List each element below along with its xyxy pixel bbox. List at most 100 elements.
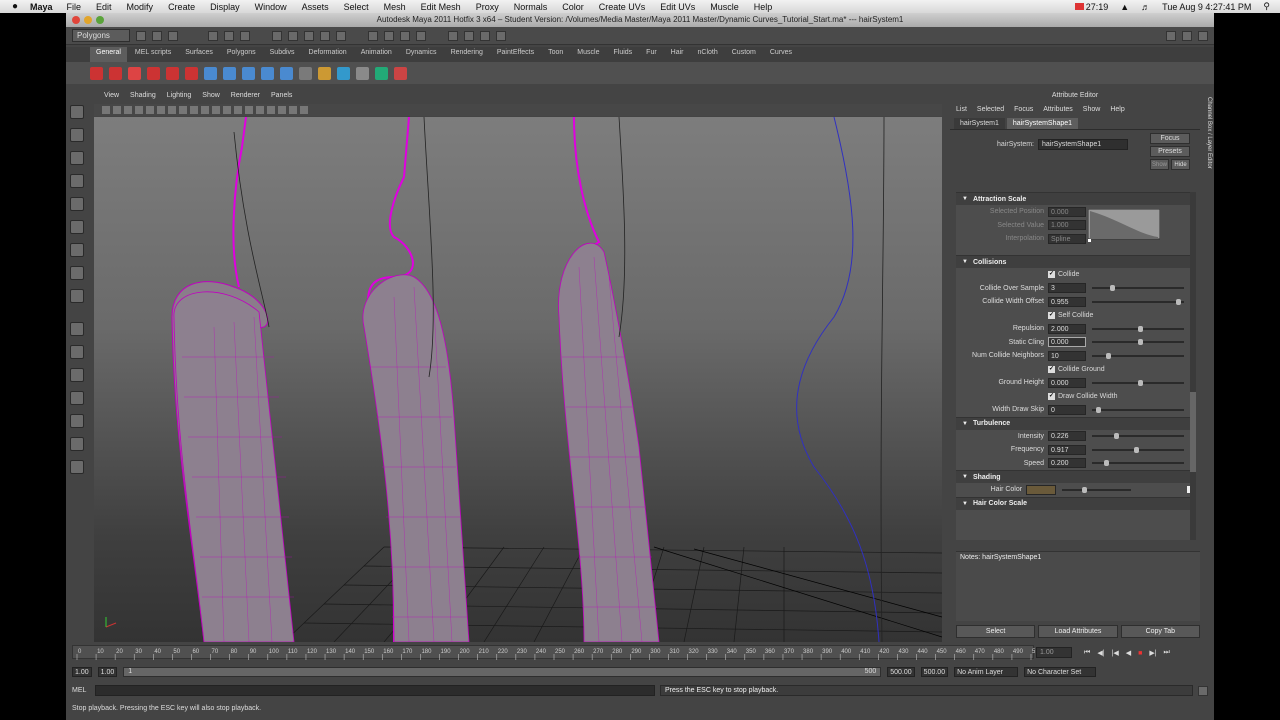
shelf-tab-painteffects[interactable]: PaintEffects	[491, 47, 540, 62]
copy-tab-button[interactable]: Copy Tab	[1120, 625, 1200, 638]
mel-label[interactable]: MEL	[72, 687, 90, 694]
num-collide-neighbors-field[interactable]: 10	[1048, 350, 1086, 361]
create-cube-icon[interactable]	[128, 66, 141, 80]
menubar-clock[interactable]: Tue Aug 9 4:27:41 PM	[1162, 2, 1251, 12]
x-field-icon[interactable]	[464, 30, 474, 41]
menu-edit-uvs[interactable]: Edit UVs	[660, 2, 695, 12]
range-bar[interactable]: 1 500	[123, 667, 882, 677]
speed-slider[interactable]	[1092, 460, 1184, 467]
select-component-icon[interactable]	[240, 30, 250, 41]
panel-menu-shading[interactable]: Shading	[130, 92, 156, 104]
show-button[interactable]: Show	[1150, 159, 1169, 170]
layout-single-icon[interactable]	[70, 322, 84, 336]
snap-grid-icon[interactable]	[272, 30, 282, 41]
menu-assets[interactable]: Assets	[302, 2, 329, 12]
layout-side-icon[interactable]	[70, 368, 84, 382]
layout-custom-icon[interactable]	[70, 460, 84, 474]
panel-menu-renderer[interactable]: Renderer	[231, 92, 260, 104]
new-scene-icon[interactable]	[136, 30, 146, 41]
selected-position-field[interactable]: 0.000	[1048, 206, 1086, 217]
menu-modify[interactable]: Modify	[127, 2, 154, 12]
intensity-slider[interactable]	[1092, 433, 1184, 440]
selected-value-field[interactable]: 1.000	[1048, 220, 1086, 231]
shelf-tab-ncloth[interactable]: nCloth	[692, 47, 724, 62]
current-frame-field[interactable]: 1.00	[1036, 647, 1072, 658]
step-back-key-icon[interactable]: ◀|	[1097, 649, 1104, 657]
history-icon[interactable]	[368, 30, 378, 41]
ae-menu-show[interactable]: Show	[1083, 106, 1101, 113]
section-collisions[interactable]: ▼ Collisions	[956, 255, 1192, 268]
grid-toggle-icon[interactable]	[146, 106, 154, 114]
poly-plane-icon[interactable]	[261, 66, 274, 80]
collide-ground-checkbox[interactable]: ✓ Collide Ground	[1048, 365, 1105, 373]
toggle-attribute-editor-icon[interactable]	[1166, 30, 1176, 41]
make-live-icon[interactable]	[336, 30, 346, 41]
hair-color-swatch[interactable]	[1026, 484, 1056, 495]
step-back-icon[interactable]: |◀	[1112, 649, 1119, 657]
shelf-tab-polygons[interactable]: Polygons	[221, 47, 262, 62]
anim-layer-dropdown[interactable]: No Anim Layer	[954, 667, 1019, 677]
shelf-tab-mel-scripts[interactable]: MEL scripts	[129, 47, 177, 62]
poly-sphere-icon[interactable]	[204, 66, 217, 80]
shelf-tab-muscle[interactable]: Muscle	[571, 47, 605, 62]
menu-help[interactable]: Help	[754, 2, 773, 12]
hair-color-slider[interactable]	[1061, 486, 1131, 493]
last-tool-icon[interactable]	[70, 289, 84, 303]
paint-select-tool-icon[interactable]	[70, 151, 84, 165]
freeze-transform-icon[interactable]	[356, 66, 369, 80]
select-tool-icon[interactable]	[70, 105, 84, 119]
ae-tab-hairsystem1[interactable]: hairSystem1	[954, 118, 1005, 129]
camera-icon[interactable]	[299, 66, 312, 80]
create-cylinder-icon[interactable]	[147, 66, 160, 80]
draw-collide-width-checkbox[interactable]: ✓ Draw Collide Width	[1048, 392, 1118, 400]
z-field-icon[interactable]	[496, 30, 506, 41]
field-chart-icon[interactable]	[190, 106, 198, 114]
scale-tool-icon[interactable]	[70, 220, 84, 234]
shelf-tab-dynamics[interactable]: Dynamics	[400, 47, 443, 62]
input-field-icon[interactable]	[448, 30, 458, 41]
smooth-shade-icon[interactable]	[234, 106, 242, 114]
static-cling-field[interactable]: 0.000	[1048, 337, 1086, 348]
menu-select[interactable]: Select	[344, 2, 369, 12]
shelf-tab-general[interactable]: General	[90, 47, 127, 62]
shelf-tab-custom[interactable]: Custom	[726, 47, 762, 62]
static-cling-slider[interactable]	[1092, 339, 1184, 346]
gate-mask-icon[interactable]	[179, 106, 187, 114]
battery-icon[interactable]: 27:19	[1074, 2, 1108, 12]
image-plane-icon[interactable]	[135, 106, 143, 114]
minimize-window-icon[interactable]	[84, 16, 92, 24]
menu-color[interactable]: Color	[562, 2, 584, 12]
node-name-field[interactable]: hairSystemShape1	[1038, 138, 1128, 150]
select-button[interactable]: Select	[956, 625, 1036, 638]
scrollbar-thumb[interactable]	[1190, 392, 1196, 472]
shelf-tab-deformation[interactable]: Deformation	[303, 47, 353, 62]
ae-menu-selected[interactable]: Selected	[977, 106, 1004, 113]
animation-end-field[interactable]: 500.00	[920, 667, 949, 677]
menu-display[interactable]: Display	[210, 2, 240, 12]
ae-menu-attributes[interactable]: Attributes	[1043, 106, 1073, 113]
interpolation-dropdown[interactable]: Spline	[1048, 233, 1086, 244]
character-set-dropdown[interactable]: No Character Set	[1024, 667, 1097, 677]
layout-four-icon[interactable]	[70, 345, 84, 359]
select-hierarchy-icon[interactable]	[208, 30, 218, 41]
menu-muscle[interactable]: Muscle	[710, 2, 739, 12]
poly-cylinder-icon[interactable]	[242, 66, 255, 80]
section-turbulence[interactable]: ▼ Turbulence	[956, 416, 1192, 430]
3d-viewport[interactable]	[94, 117, 942, 642]
focus-button[interactable]: Focus	[1150, 133, 1190, 144]
hide-button[interactable]: Hide	[1171, 159, 1190, 170]
toggle-channel-box-icon[interactable]	[1198, 30, 1208, 41]
shadows-icon[interactable]	[278, 106, 286, 114]
collide-width-offset-slider[interactable]	[1092, 298, 1184, 305]
snap-point-icon[interactable]	[304, 30, 314, 41]
xray-icon[interactable]	[289, 106, 297, 114]
wireframe-icon[interactable]	[223, 106, 231, 114]
apple-menu-icon[interactable]: ●	[0, 1, 30, 12]
camera-attributes-icon[interactable]	[113, 106, 121, 114]
playback-end-field[interactable]: 500.00	[887, 667, 915, 677]
shelf-tab-toon[interactable]: Toon	[542, 47, 569, 62]
isolate-select-icon[interactable]	[300, 106, 308, 114]
range-start-marker[interactable]: 1	[128, 668, 132, 675]
script-editor-icon[interactable]	[1198, 685, 1208, 696]
group-icon[interactable]	[337, 66, 350, 80]
